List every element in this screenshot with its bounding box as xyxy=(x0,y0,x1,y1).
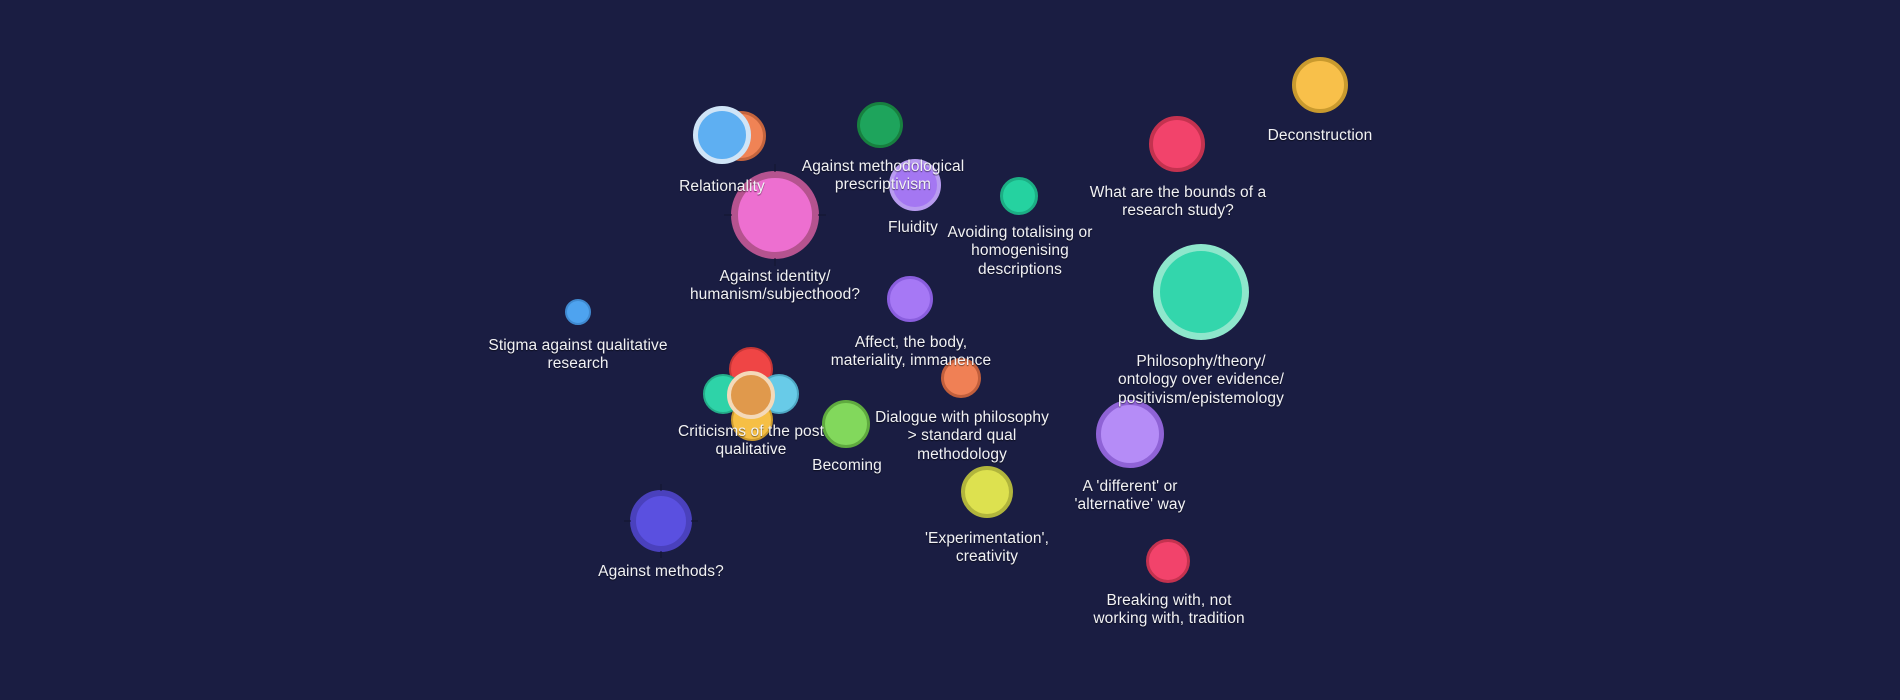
bubble-node-a-different-alternative-way[interactable]: A 'different' or 'alternative' way xyxy=(0,0,1900,700)
bubble-node-against-methodological-prescriptivism[interactable]: Against methodological prescriptivism xyxy=(0,0,1900,700)
bubble-label-against-methods: Against methods? xyxy=(598,563,724,580)
bubble-dialogue-with-philosophy[interactable] xyxy=(941,358,981,398)
bubble-label-philosophy-over-evidence: Philosophy/theory/ ontology over evidenc… xyxy=(1117,353,1285,407)
bubble-label-a-different-alternative-way: A 'different' or 'alternative' way xyxy=(1074,478,1186,514)
bubble-node-experimentation-creativity[interactable]: 'Experimentation', creativity xyxy=(0,0,1900,700)
bubble-avoiding-totalising[interactable] xyxy=(1000,177,1038,215)
bubble-node-against-methods[interactable]: Against methods? xyxy=(0,0,1900,700)
bubble-stigma-against-qualitative[interactable] xyxy=(565,299,591,325)
bubble-node-becoming[interactable]: Becoming xyxy=(0,0,1900,700)
bubble-node-breaking-with-tradition[interactable]: Breaking with, not working with, traditi… xyxy=(0,0,1900,700)
bubble-deconstruction[interactable] xyxy=(1292,57,1348,113)
bubble-node-avoiding-totalising[interactable]: Avoiding totalising or homogenising desc… xyxy=(0,0,1900,700)
bubble-label-experimentation-creativity: 'Experimentation', creativity xyxy=(924,530,1050,566)
bubble-label-relationality: Relationality xyxy=(679,178,765,195)
bubble-node-philosophy-over-evidence[interactable]: Philosophy/theory/ ontology over evidenc… xyxy=(0,0,1900,700)
bubble-label-fluidity: Fluidity xyxy=(888,219,938,236)
bubble-breaking-with-tradition[interactable] xyxy=(1146,539,1190,583)
bubble-node-dialogue-with-philosophy[interactable]: Dialogue with philosophy > standard qual… xyxy=(0,0,1900,700)
bubble-affect-the-body[interactable] xyxy=(887,276,933,322)
bubble-philosophy-over-evidence[interactable] xyxy=(1153,244,1249,340)
bubble-node-affect-the-body[interactable]: Affect, the body, materiality, immanence xyxy=(0,0,1900,700)
bubble-node-criticisms-of-post-qualitative[interactable]: Criticisms of the post qualitative xyxy=(0,0,1900,700)
bubble-relationality[interactable] xyxy=(693,106,751,164)
bubble-label-breaking-with-tradition: Breaking with, not working with, traditi… xyxy=(1093,592,1245,628)
bubble-against-identity[interactable] xyxy=(731,171,819,259)
bubble-node-bounds-of-research-study[interactable]: What are the bounds of a research study? xyxy=(0,0,1900,700)
bubble-node-against-identity[interactable]: Against identity/ humanism/subjecthood? xyxy=(0,0,1900,700)
bubble-becoming[interactable] xyxy=(822,400,870,448)
bubble-node-deconstruction[interactable]: Deconstruction xyxy=(0,0,1900,700)
bubble-fluidity[interactable] xyxy=(889,159,941,211)
bubble-label-bounds-of-research-study: What are the bounds of a research study? xyxy=(1089,184,1267,220)
bubble-map-canvas: Relationality Against methodological pres… xyxy=(0,0,1900,700)
bubble-node-relationality[interactable]: Relationality xyxy=(0,0,1900,700)
bubble-label-against-identity: Against identity/ humanism/subjecthood? xyxy=(689,268,861,304)
bubble-label-deconstruction: Deconstruction xyxy=(1267,127,1373,144)
bubble-against-methods[interactable] xyxy=(630,490,692,552)
bubble-against-methodological-prescriptivism[interactable] xyxy=(857,102,903,148)
bubble-label-becoming: Becoming xyxy=(812,457,882,474)
bubble-node-stigma-against-qualitative[interactable]: Stigma against qualitative research xyxy=(0,0,1900,700)
bubble-a-different-alternative-way[interactable] xyxy=(1096,400,1164,468)
bubble-label-affect-the-body: Affect, the body, materiality, immanence xyxy=(830,334,992,370)
bubble-label-avoiding-totalising: Avoiding totalising or homogenising desc… xyxy=(947,224,1093,278)
bubble-label-dialogue-with-philosophy: Dialogue with philosophy > standard qual… xyxy=(875,409,1049,463)
bubble-bounds-of-research-study[interactable] xyxy=(1149,116,1205,172)
bubble-criticisms-of-post-qualitative[interactable] xyxy=(727,371,775,419)
bubble-node-fluidity[interactable]: Fluidity xyxy=(0,0,1900,700)
bubble-experimentation-creativity[interactable] xyxy=(961,466,1013,518)
